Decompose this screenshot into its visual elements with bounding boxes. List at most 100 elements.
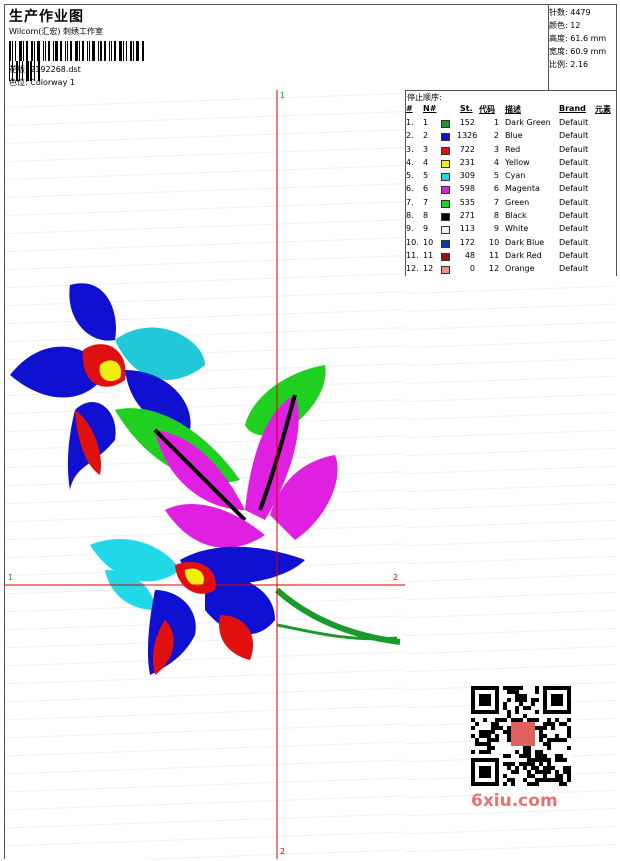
axis-label-top: 1 — [280, 91, 286, 100]
stop-sequence-title: 停止顺序: — [407, 93, 442, 102]
row-index: 6. — [406, 184, 414, 194]
row-stitches: 113 — [459, 224, 475, 234]
barcode-bar — [100, 41, 102, 61]
color-swatch — [441, 199, 450, 208]
row-index: 4. — [406, 157, 414, 167]
row-brand: Default — [559, 171, 589, 181]
barcode-bar — [65, 41, 66, 61]
row-code: 2 — [493, 131, 499, 141]
table-row: 3. 3 722 3 Red Default — [405, 145, 617, 158]
barcode-bar — [111, 41, 112, 61]
barcode-bar — [55, 41, 58, 61]
barcode-bar — [19, 41, 22, 61]
row-index: 11. — [406, 250, 419, 260]
row-code: 6 — [493, 184, 499, 194]
color-swatch — [441, 120, 450, 128]
file-name: 2192268.dst — [30, 65, 81, 74]
row-index: 8. — [406, 211, 414, 221]
barcode-bar — [98, 41, 99, 61]
barcode-bar — [133, 41, 134, 61]
row-stitches: 0 — [469, 264, 475, 274]
row-brand: Default — [559, 184, 589, 194]
row-desc: Dark Blue — [505, 237, 545, 247]
stat-width: 宽度: 60.9 mm — [549, 47, 607, 56]
table-row: 6. 6 598 6 Magenta Default — [405, 184, 617, 197]
row-no: 6 — [423, 184, 429, 194]
row-stitches: 152 — [459, 118, 475, 127]
row-index: 9. — [406, 224, 414, 234]
axis-label-left: 1 — [8, 573, 14, 582]
color-swatch — [441, 133, 450, 142]
row-desc: Cyan — [505, 171, 526, 181]
row-index: 7. — [406, 197, 414, 207]
barcode-bar — [114, 41, 116, 61]
color-swatch — [441, 146, 450, 155]
row-no: 8 — [423, 211, 429, 221]
row-desc: Yellow — [505, 157, 530, 167]
color-swatch — [441, 159, 450, 168]
table-row: 10. 10 172 10 Dark Blue Default — [405, 238, 617, 251]
colorway-line: 色位: Colorway 1 — [9, 77, 75, 88]
row-brand: Default — [559, 250, 589, 260]
color-swatch — [441, 266, 450, 275]
stat-stitches: 针数: 4479 — [549, 8, 591, 17]
row-code: 8 — [493, 211, 499, 221]
col-hash: # — [406, 104, 413, 113]
col-elem: 元素 — [595, 105, 611, 114]
barcode-bar — [79, 41, 80, 61]
table-rows: 1. 1 152 1 Dark Green Default 2. 2 1326 2 Blue Defa… — [405, 118, 617, 278]
row-code: 10 — [489, 237, 500, 247]
barcode-bar — [15, 41, 16, 61]
col-code: 代码 — [479, 105, 495, 114]
row-desc: Dark Red — [505, 250, 542, 260]
file-label: 花版: — [9, 65, 28, 74]
row-stitches: 1326 — [457, 131, 478, 141]
barcode-bar — [9, 41, 11, 61]
row-stitches: 722 — [459, 144, 475, 154]
row-desc: Magenta — [505, 184, 540, 194]
colorway-value: Colorway 1 — [30, 78, 75, 87]
row-stitches: 48 — [464, 250, 475, 260]
barcode-bar — [126, 41, 127, 61]
barcode-bar — [123, 41, 124, 61]
barcode-bar — [67, 41, 68, 61]
row-desc: White — [505, 224, 529, 234]
row-code: 9 — [493, 224, 499, 234]
barcode-bar — [87, 41, 88, 61]
row-code: 1 — [493, 118, 499, 127]
row-no: 5 — [423, 171, 429, 181]
barcode-bar — [34, 41, 35, 61]
row-no: 4 — [423, 157, 429, 167]
row-brand: Default — [559, 264, 589, 274]
colorway-label: 色位: — [9, 78, 28, 87]
lower-flower — [90, 539, 305, 675]
row-no: 2 — [423, 131, 429, 141]
row-code: 12 — [489, 264, 500, 274]
barcode-bar — [82, 41, 84, 61]
row-stitches: 535 — [459, 197, 475, 207]
row-desc: Dark Green — [505, 118, 551, 127]
row-index: 3. — [406, 144, 414, 154]
color-swatch — [441, 213, 450, 222]
col-st: St. — [460, 104, 473, 113]
color-swatch — [441, 173, 450, 182]
row-brand: Default — [559, 131, 589, 141]
barcode-bar — [60, 41, 62, 61]
row-no: 11 — [423, 250, 434, 260]
row-desc: Blue — [505, 131, 523, 141]
table-row: 4. 4 231 4 Yellow Default — [405, 158, 617, 171]
row-code: 3 — [493, 144, 499, 154]
row-brand: Default — [559, 211, 589, 221]
row-code: 7 — [493, 197, 499, 207]
row-no: 12 — [423, 264, 434, 274]
row-stitches: 598 — [459, 184, 475, 194]
table-row: 7. 7 535 7 Green Default — [405, 198, 617, 211]
stat-scale: 比例: 2.16 — [549, 60, 589, 69]
row-no: 3 — [423, 144, 429, 154]
col-brand: Brand — [559, 104, 586, 113]
barcode-bar — [45, 41, 46, 61]
row-brand: Default — [559, 144, 589, 154]
axis-label-right: 2 — [393, 573, 399, 582]
row-brand: Default — [559, 197, 589, 207]
row-code: 11 — [489, 250, 500, 260]
